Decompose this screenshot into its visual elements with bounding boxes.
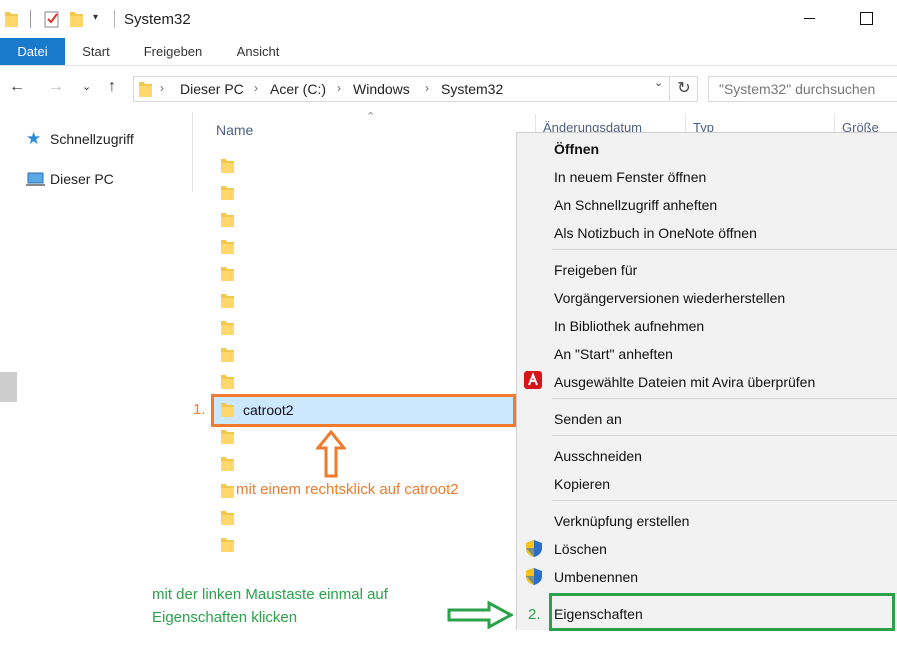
tab-ansicht[interactable]: Ansicht [228,38,288,65]
menu-separator [552,249,897,250]
column-header-date[interactable]: Änderungsdatum [543,120,678,132]
menu-item-verknuepfung[interactable]: Verknüpfung erstellen [554,513,689,529]
folder-icon[interactable] [221,320,234,335]
tab-start[interactable]: Start [70,38,122,65]
folder-icon[interactable] [221,374,234,389]
menu-item-kopieren[interactable]: Kopieren [554,476,610,492]
navigation-pane: ★ Schnellzugriff Dieser PC [0,112,192,653]
menu-item-oeffnen[interactable]: Öffnen [554,141,599,157]
menu-separator [552,435,897,436]
chevron-right-icon[interactable]: › [337,81,341,95]
nav-item-label: Dieser PC [50,171,114,187]
step2-instruction-line2: Eigenschaften klicken [152,609,298,626]
folder-icon[interactable] [221,158,234,173]
customize-quick-access-icon[interactable]: ▾ [93,12,98,23]
refresh-icon[interactable]: ↻ [671,76,698,102]
menu-item-start-anheften[interactable]: An "Start" anheften [554,346,673,362]
window-title: System32 [124,11,191,28]
address-bar[interactable]: › Dieser PC › Acer (C:) › Windows › Syst… [133,76,670,102]
highlight-box-green [549,593,895,631]
folder-icon[interactable] [221,510,234,525]
title-separator [114,10,115,28]
ribbon-tabs: Datei Start Freigeben Ansicht [0,38,897,66]
folder-icon[interactable] [221,239,234,254]
folder-icon[interactable] [221,185,234,200]
folder-icon[interactable] [221,347,234,362]
breadcrumb-dieser-pc[interactable]: Dieser PC [180,81,244,97]
tab-datei[interactable]: Datei [0,38,65,65]
up-arrow-icon[interactable]: ↑ [108,78,116,96]
folder-icon[interactable] [221,537,234,552]
menu-separator [552,500,897,501]
folder-icon [139,82,152,97]
column-divider [535,114,536,134]
scrollbar-thumb[interactable] [0,372,17,402]
tab-freigeben[interactable]: Freigeben [135,38,211,65]
menu-item-senden-an[interactable]: Senden an [554,411,622,427]
breadcrumb-acer-c[interactable]: Acer (C:) [270,81,326,97]
menu-item-bibliothek[interactable]: In Bibliothek aufnehmen [554,318,704,334]
highlight-box-orange [211,394,516,427]
toolbar-separator [30,10,31,28]
back-arrow-icon[interactable]: ← [9,78,25,96]
maximize-button[interactable] [843,0,893,38]
uac-shield-icon [526,540,542,557]
properties-checkbox-icon[interactable] [44,10,60,28]
minimize-button[interactable] [798,0,844,38]
forward-arrow-icon[interactable]: → [48,78,64,96]
menu-item-schnellzugriff-anheften[interactable]: An Schnellzugriff anheften [554,197,717,213]
folder-icon[interactable] [221,456,234,471]
chevron-down-icon[interactable]: ⌄ [654,76,663,89]
folder-icon [5,12,18,27]
folder-icon[interactable] [221,429,234,444]
title-bar: ▾ System32 [0,0,897,38]
sort-ascending-icon: ⌃ [366,111,376,123]
menu-item-umbenennen[interactable]: Umbenennen [554,569,638,585]
new-folder-icon[interactable] [70,11,83,27]
column-header-type[interactable]: Typ [693,120,828,132]
step2-number: 2. [528,606,541,623]
step2-instruction-line1: mit der linken Maustaste einmal auf [152,586,388,603]
uac-shield-icon [526,568,542,585]
breadcrumb-system32[interactable]: System32 [441,81,503,97]
menu-item-loeschen[interactable]: Löschen [554,541,607,557]
column-divider [685,114,686,134]
menu-item-vorgaengerversionen[interactable]: Vorgängerversionen wiederherstellen [554,290,785,306]
menu-item-freigeben-fuer[interactable]: Freigeben für [554,262,637,278]
chevron-right-icon[interactable]: › [425,81,429,95]
arrow-right-icon [447,601,513,629]
nav-item-label: Schnellzugriff [50,131,134,147]
menu-item-avira-scan[interactable]: Ausgewählte Dateien mit Avira überprüfen [554,374,815,390]
step1-number: 1. [193,401,206,418]
menu-item-onenote[interactable]: Als Notizbuch in OneNote öffnen [554,225,757,241]
breadcrumb-windows[interactable]: Windows [353,81,410,97]
computer-icon [26,172,45,186]
step1-instruction: mit einem rechtsklick auf catroot2 [236,481,459,498]
chevron-right-icon[interactable]: › [254,81,258,95]
column-divider [834,114,835,134]
folder-icon[interactable] [221,293,234,308]
star-icon: ★ [26,129,42,148]
column-header-size[interactable]: Größe [842,120,897,132]
recent-locations-icon[interactable]: ⌄ [82,80,91,93]
menu-item-ausschneiden[interactable]: Ausschneiden [554,448,642,464]
folder-icon[interactable] [221,483,234,498]
column-header-name[interactable]: Name [216,122,253,138]
arrow-up-icon [316,430,346,478]
folder-icon[interactable] [221,212,234,227]
avira-icon [524,371,542,389]
address-row: ← → ⌄ ↑ › Dieser PC › Acer (C:) › Window… [0,66,897,112]
menu-item-neues-fenster[interactable]: In neuem Fenster öffnen [554,169,706,185]
pane-divider [192,112,193,192]
search-input[interactable]: "System32" durchsuchen [708,76,897,102]
menu-separator [552,398,897,399]
chevron-right-icon[interactable]: › [160,81,164,95]
folder-icon[interactable] [221,266,234,281]
